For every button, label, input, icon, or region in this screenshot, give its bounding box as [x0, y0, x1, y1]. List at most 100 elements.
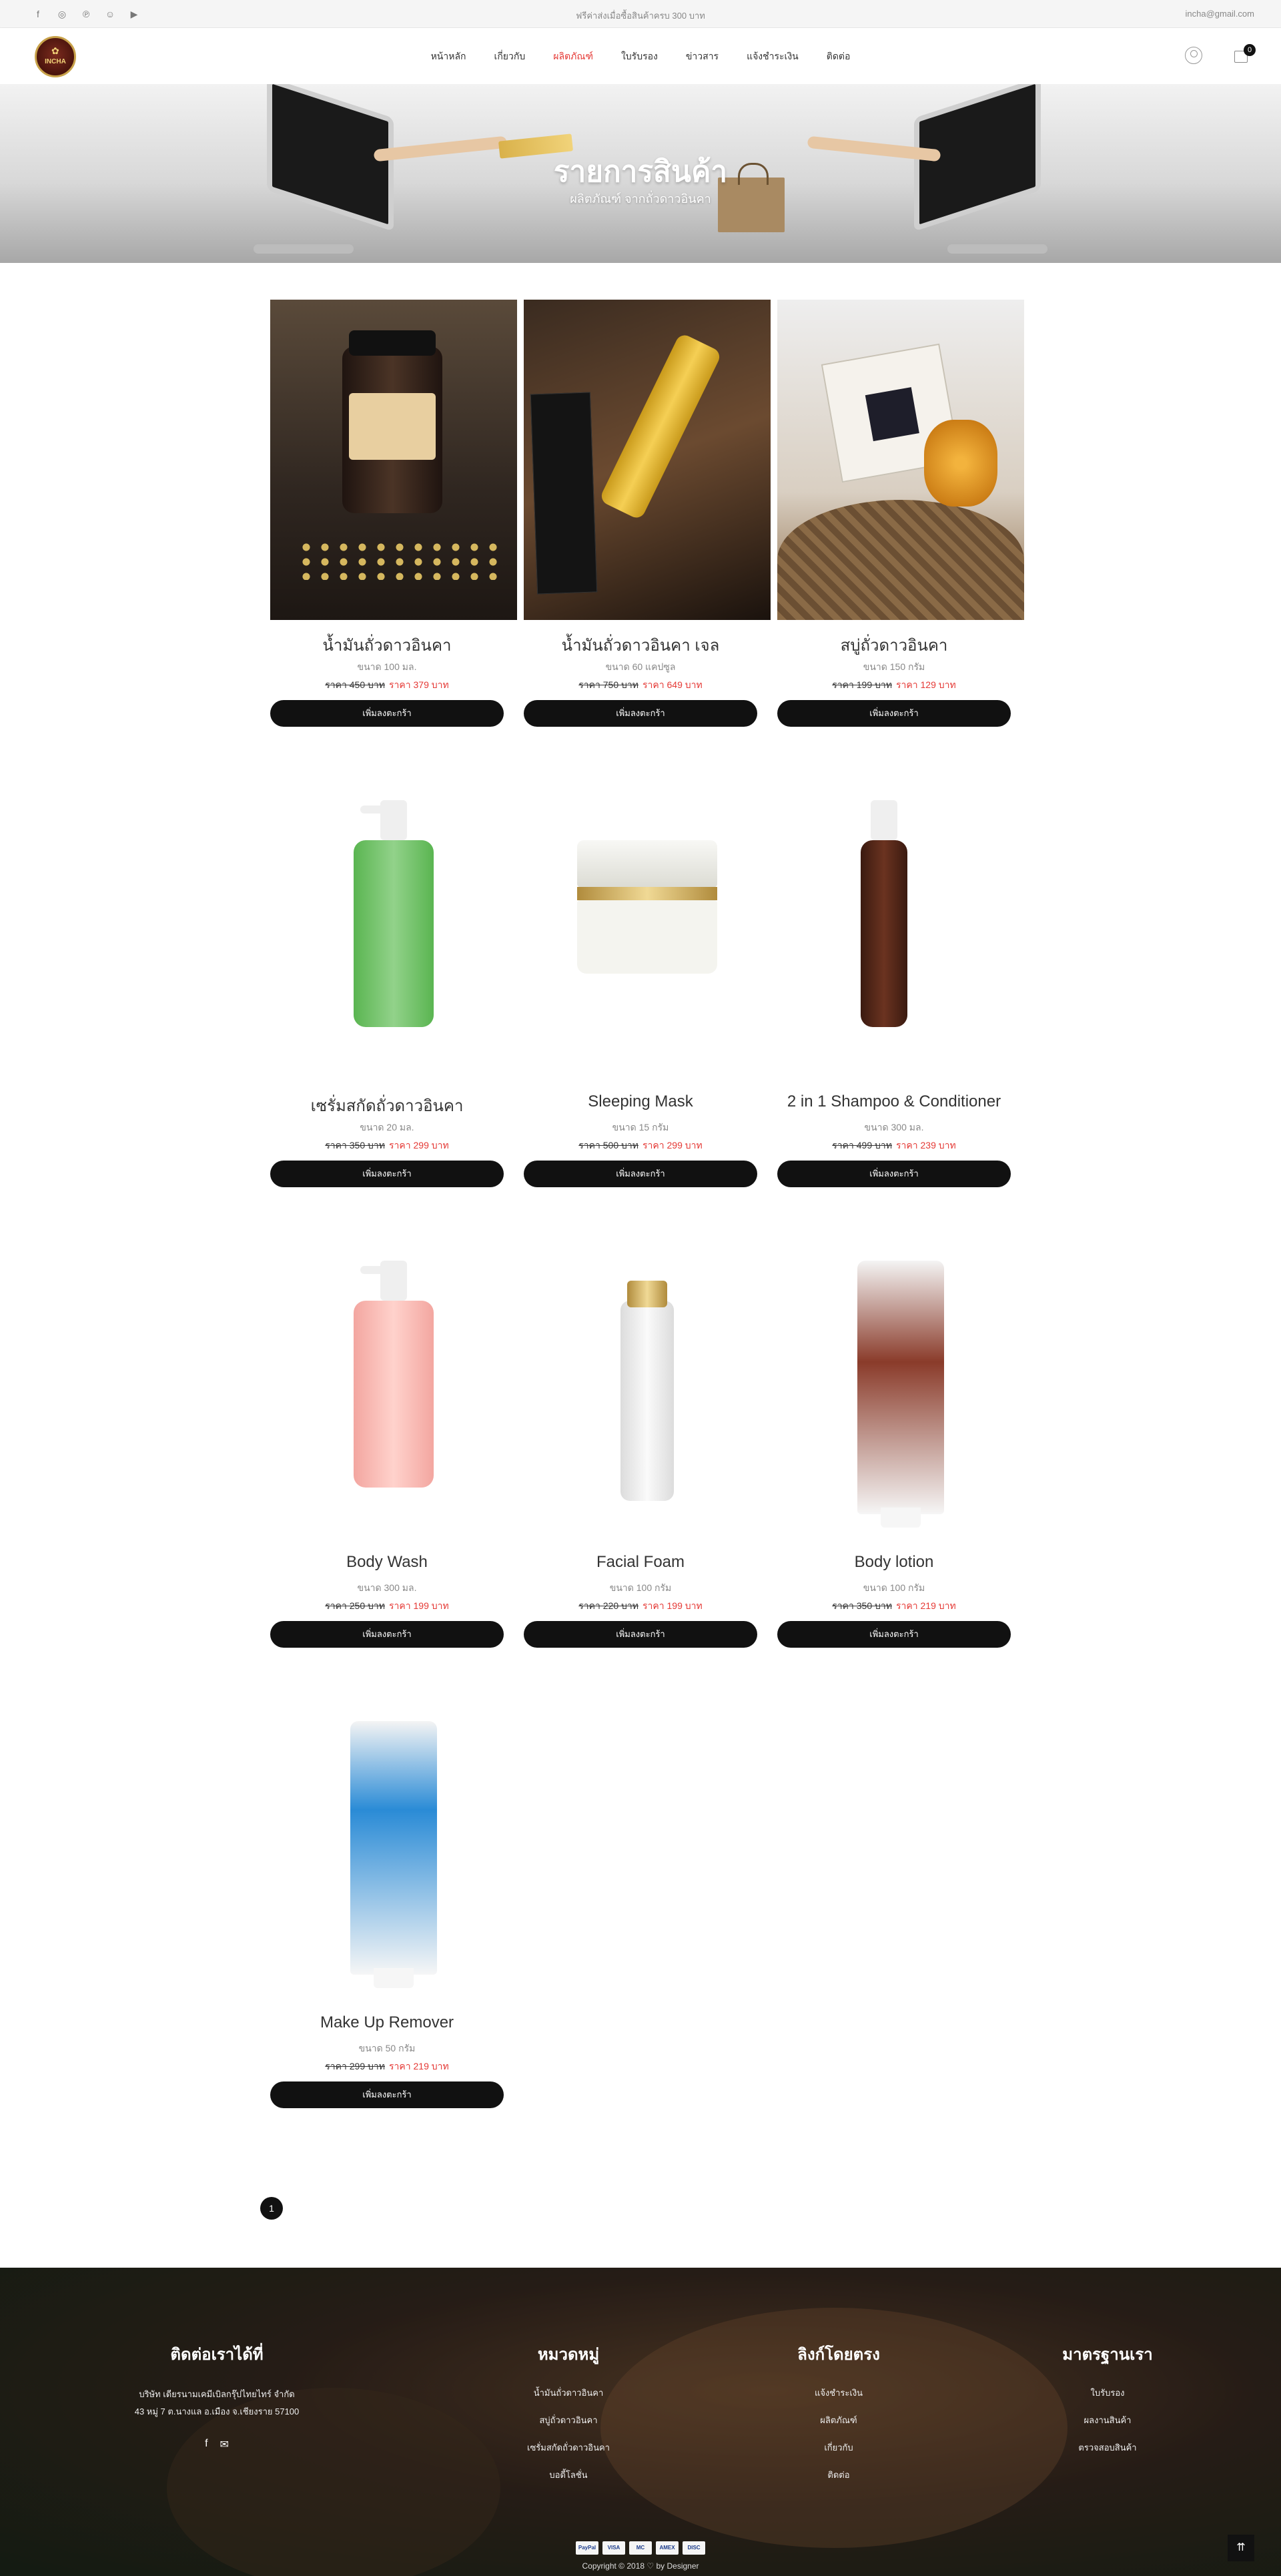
nav-item-home[interactable]: หน้าหลัก [431, 49, 466, 64]
product-price: ราคา 220 บาท ราคา 199 บาท [524, 1599, 757, 1614]
facial-foam-bottle-image [620, 1281, 674, 1501]
nav-item-news[interactable]: ข่าวสาร [686, 49, 719, 64]
add-to-cart-button[interactable]: เพิ่มลงตะกร้า [270, 2081, 504, 2108]
capsules-image [297, 540, 497, 580]
product-name[interactable]: Body lotion [777, 1553, 1011, 1572]
old-price: ราคา 350 บาท [832, 1600, 892, 1611]
sale-price: ราคา 239 บาท [896, 1140, 956, 1151]
payment-methods: PayPal VISA MC AMEX DISC [0, 2541, 1281, 2555]
monitor-stand-right [947, 244, 1047, 254]
footer-social-links: f ✉ [117, 2438, 317, 2451]
paypal-icon: PayPal [576, 2541, 598, 2555]
product-size: ขนาด 100 กรัม [609, 1582, 672, 1593]
sale-price: ราคา 219 บาท [389, 2061, 449, 2071]
add-to-cart-button[interactable]: เพิ่มลงตะกร้า [270, 1621, 504, 1648]
old-price: ราคา 450 บาท [325, 679, 385, 690]
product-image[interactable] [777, 300, 1024, 620]
product-name[interactable]: Make Up Remover [270, 2013, 504, 2032]
facebook-icon[interactable]: f [205, 2438, 207, 2451]
soap-bar-image [924, 420, 997, 507]
footer-link[interactable]: แจ้งชำระเงิน [739, 2386, 939, 2400]
nav-item-about[interactable]: เกี่ยวกับ [494, 49, 526, 64]
product-name[interactable]: เซรั่มสกัดถั่วดาวอินคา [270, 1092, 504, 1118]
promo-text: ฟรีค่าส่งเมื่อซื้อสินค้าครบ 300 บาท [576, 11, 705, 21]
oil-box-image [530, 392, 598, 595]
contact-email[interactable]: incha@gmail.com [1185, 9, 1254, 19]
add-to-cart-button[interactable]: เพิ่มลงตะกร้า [777, 700, 1011, 727]
footer-link[interactable]: เกี่ยวกับ [739, 2441, 939, 2455]
nav-item-products[interactable]: ผลิตภัณฑ์ [553, 49, 593, 64]
nav-item-contact[interactable]: ติดต่อ [827, 49, 851, 64]
product-name[interactable]: Facial Foam [524, 1553, 757, 1572]
product-image[interactable] [270, 1221, 517, 1541]
product-image[interactable] [270, 300, 517, 620]
footer-link[interactable]: เซรั่มสกัดถั่วดาวอินคา [468, 2441, 669, 2455]
cart-button[interactable]: 0 [1233, 44, 1256, 63]
add-to-cart-button[interactable]: เพิ่มลงตะกร้า [270, 1161, 504, 1187]
product-name[interactable]: น้ำมันถั่วดาวอินคา เจล [524, 632, 757, 658]
product-image[interactable] [777, 1221, 1024, 1541]
product-name[interactable]: น้ำมันถั่วดาวอินคา [270, 632, 504, 658]
product-name[interactable]: Sleeping Mask [524, 1092, 757, 1111]
old-price: ราคา 499 บาท [832, 1140, 892, 1151]
footer-link[interactable]: ผลิตภัณฑ์ [739, 2413, 939, 2427]
product-image[interactable] [524, 760, 771, 1080]
product-price: ราคา 499 บาท ราคา 239 บาท [777, 1139, 1011, 1153]
user-account-icon[interactable] [1185, 47, 1202, 64]
footer-link[interactable]: สบู่ถั่วดาวอินคา [468, 2413, 669, 2427]
product-image[interactable] [270, 760, 517, 1080]
old-price: ราคา 250 บาท [325, 1600, 385, 1611]
old-price: ราคา 220 บาท [578, 1600, 638, 1611]
footer-contact-title: ติดต่อเราได้ที่ [170, 2346, 264, 2364]
cream-jar-image [577, 840, 717, 974]
product-name[interactable]: 2 in 1 Shampoo & Conditioner [777, 1092, 1011, 1111]
product-price: ราคา 199 บาท ราคา 129 บาท [777, 678, 1011, 693]
product-name[interactable]: Body Wash [270, 1553, 504, 1572]
footer-link[interactable]: บอดี้โลชั่น [468, 2468, 669, 2482]
back-to-top-button[interactable]: ⇈ [1228, 2535, 1254, 2561]
product-card: Sleeping Mask ขนาด 15 กรัม ราคา 500 บาทร… [524, 760, 771, 1187]
footer-link[interactable]: ติดต่อ [739, 2468, 939, 2482]
page-title: รายการสินค้า [553, 155, 728, 188]
footer-link[interactable]: ตรวจสอบสินค้า [1007, 2441, 1208, 2455]
footer-link[interactable]: ผลงานสินค้า [1007, 2413, 1208, 2427]
product-card: Body lotion ขนาด 100 กรัม ราคา 350 บาท รา… [777, 1221, 1024, 1648]
footer-link[interactable]: น้ำมันถั่วดาวอินคา [468, 2386, 669, 2400]
body-wash-bottle-image [354, 1261, 434, 1488]
product-size: ขนาด 15 กรัม [612, 1122, 669, 1133]
add-to-cart-button[interactable]: เพิ่มลงตะกร้า [524, 1161, 757, 1187]
top-bar: f ◎ ℗ ☺ ▶ ฟรีค่าส่งเมื่อซื้อสินค้าครบ 30… [0, 0, 1281, 28]
add-to-cart-button[interactable]: เพิ่มลงตะกร้า [524, 700, 757, 727]
product-price: ราคา 500 บาท ราคา 299 บาท [524, 1139, 757, 1153]
product-size: ขนาด 20 มล. [360, 1122, 414, 1133]
add-to-cart-button[interactable]: เพิ่มลงตะกร้า [524, 1621, 757, 1648]
product-name[interactable]: สบู่ถั่วดาวอินคา [777, 632, 1011, 658]
footer-link[interactable]: ใบรับรอง [1007, 2386, 1208, 2400]
add-to-cart-button[interactable]: เพิ่มลงตะกร้า [777, 1621, 1011, 1648]
footer-categories: หมวดหมู่ น้ำมันถั่วดาวอินคา สบู่ถั่วดาวอ… [468, 2341, 669, 2495]
product-price: ราคา 350 บาท ราคา 299 บาท [270, 1139, 504, 1153]
footer-categories-title: หมวดหมู่ [537, 2346, 600, 2364]
nav-item-payment[interactable]: แจ้งชำระเงิน [747, 49, 799, 64]
add-to-cart-button[interactable]: เพิ่มลงตะกร้า [270, 700, 504, 727]
pagination-page-1[interactable]: 1 [260, 2197, 283, 2220]
sale-price: ราคา 199 บาท [389, 1600, 449, 1611]
product-image[interactable] [524, 300, 771, 620]
sale-price: ราคา 129 บาท [896, 679, 956, 690]
product-size: ขนาด 50 กรัม [358, 2043, 416, 2053]
discover-icon: DISC [683, 2541, 705, 2555]
copyright-text: Copyright © 2018 ♡ by Designer [582, 2561, 699, 2571]
email-icon[interactable]: ✉ [220, 2438, 229, 2451]
product-image[interactable] [777, 760, 1024, 1080]
nav-item-certificates[interactable]: ใบรับรอง [621, 49, 658, 64]
product-image[interactable] [524, 1221, 771, 1541]
product-price: ราคา 299 บาท ราคา 219 บาท [270, 2059, 504, 2074]
old-price: ราคา 750 บาท [578, 679, 638, 690]
product-card: Facial Foam ขนาด 100 กรัม ราคา 220 บาท รา… [524, 1221, 771, 1648]
product-image[interactable] [270, 1681, 517, 2001]
company-address: 43 หมู่ 7 ต.นางแล อ.เมือง จ.เชียงราย 571… [134, 2406, 300, 2417]
add-to-cart-button[interactable]: เพิ่มลงตะกร้า [777, 1161, 1011, 1187]
product-card: สบู่ถั่วดาวอินคา ขนาด 150 กรัม ราคา 199 … [777, 300, 1024, 727]
company-name: บริษัท เดียรนามเคมีเบิลกรุ๊ปไทยไทร์ จำกั… [139, 2389, 295, 2399]
sale-price: ราคา 199 บาท [643, 1600, 703, 1611]
